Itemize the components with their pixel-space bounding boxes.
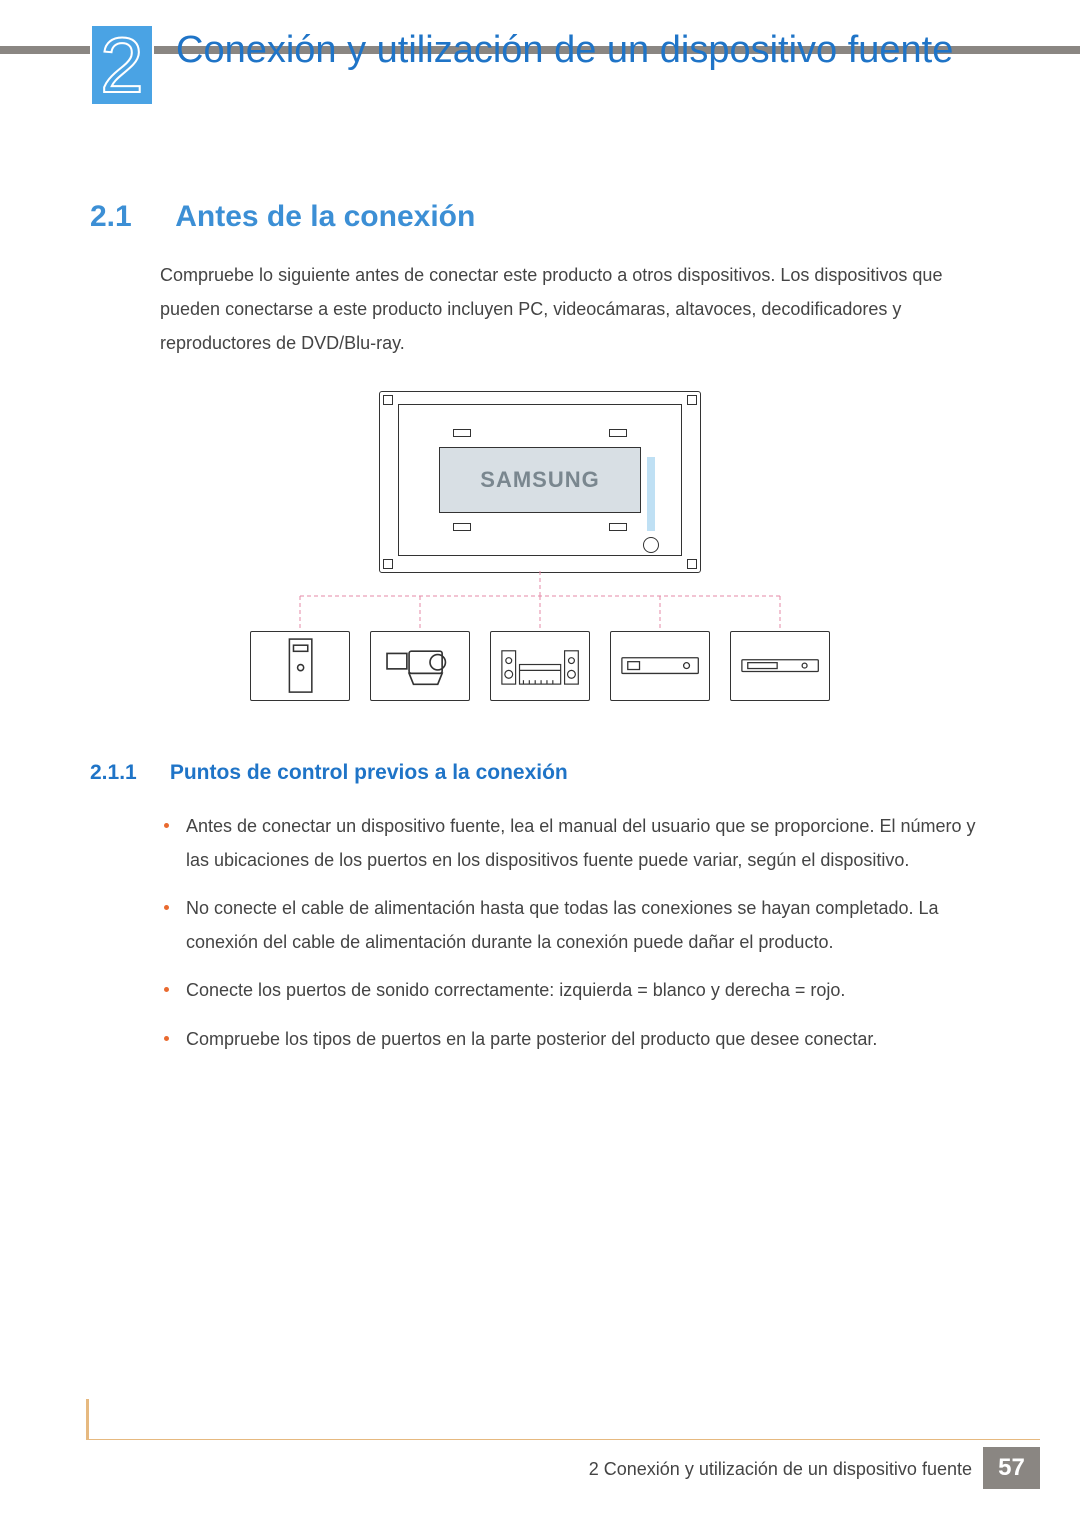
list-item: Antes de conectar un dispositivo fuente,… bbox=[162, 809, 990, 877]
device-pc bbox=[250, 631, 350, 701]
tv-port-highlight bbox=[647, 457, 655, 531]
device-camcorder bbox=[370, 631, 470, 701]
section-title: Antes de la conexión bbox=[175, 200, 475, 233]
device-row bbox=[240, 631, 840, 701]
chapter-number-tab: 2 bbox=[90, 24, 154, 106]
list-item: Compruebe los tipos de puertos en la par… bbox=[162, 1022, 990, 1056]
samsung-logo: SAMSUNG bbox=[440, 448, 640, 512]
checkpoints-list: Antes de conectar un dispositivo fuente,… bbox=[162, 809, 990, 1056]
tv-inner-frame: SAMSUNG bbox=[398, 404, 682, 556]
tv-button-icon bbox=[643, 537, 659, 553]
section-number: 2.1 bbox=[90, 200, 168, 234]
list-item: No conecte el cable de alimentación hast… bbox=[162, 891, 990, 959]
tv-back-panel: SAMSUNG bbox=[379, 391, 701, 573]
footer-chapter-ref: 2 Conexión y utilización de un dispositi… bbox=[589, 1459, 972, 1480]
footer-accent-stripe bbox=[86, 1399, 89, 1439]
dashed-connector-lines bbox=[240, 571, 840, 631]
page-footer: 2 Conexión y utilización de un dispositi… bbox=[0, 1439, 1080, 1489]
subsection-heading: 2.1.1 Puntos de control previos a la con… bbox=[90, 761, 990, 785]
device-dvd bbox=[730, 631, 830, 701]
subsection-title: Puntos de control previos a la conexión bbox=[170, 761, 568, 784]
device-speakers bbox=[490, 631, 590, 701]
chapter-title: Conexión y utilización de un dispositivo… bbox=[176, 30, 1000, 72]
chapter-number: 2 bbox=[100, 26, 143, 104]
section-intro: Compruebe lo siguiente antes de conectar… bbox=[160, 258, 990, 361]
device-settop bbox=[610, 631, 710, 701]
page-number: 57 bbox=[983, 1447, 1040, 1489]
footer-divider bbox=[86, 1439, 1040, 1440]
section-heading: 2.1 Antes de la conexión bbox=[90, 200, 990, 234]
document-page: 2 Conexión y utilización de un dispositi… bbox=[0, 0, 1080, 1527]
list-item: Conecte los puertos de sonido correctame… bbox=[162, 973, 990, 1007]
connection-diagram: SAMSUNG bbox=[240, 391, 840, 701]
subsection-number: 2.1.1 bbox=[90, 761, 164, 785]
tv-screen-panel: SAMSUNG bbox=[439, 447, 641, 513]
page-content: 2.1 Antes de la conexión Compruebe lo si… bbox=[90, 170, 990, 1070]
